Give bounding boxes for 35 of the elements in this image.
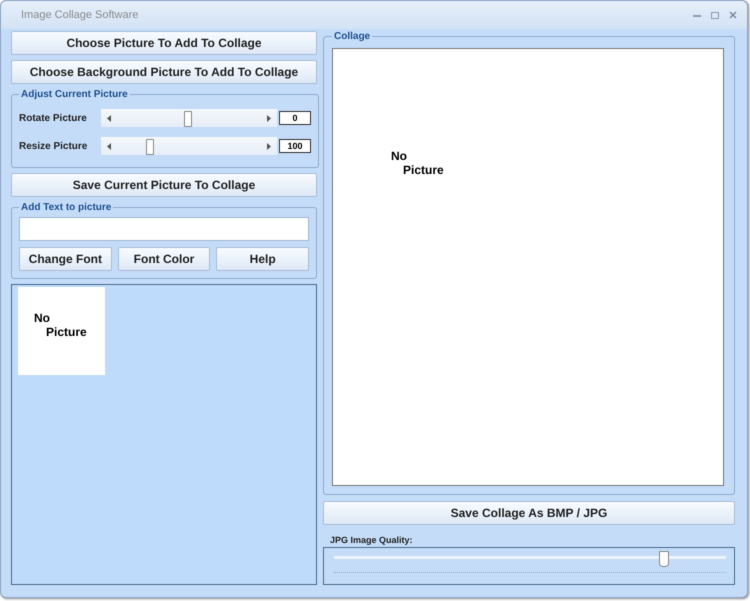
slider-label: Resize Picture — [19, 140, 88, 152]
slider-track[interactable] — [101, 109, 277, 127]
close-icon[interactable] — [729, 11, 737, 19]
group-title: Adjust Current Picture — [20, 89, 129, 100]
window-title: Image Collage Software — [21, 9, 140, 21]
choose-picture-button[interactable]: Choose Background Picture To Add To Collage — [11, 60, 317, 84]
left-arrow-icon[interactable] — [107, 115, 111, 122]
left-arrow-icon[interactable] — [107, 143, 111, 150]
slider-thumb[interactable] — [659, 551, 670, 567]
quality-slider[interactable] — [323, 547, 735, 585]
slider-thumb[interactable] — [184, 111, 192, 127]
right-arrow-icon[interactable] — [267, 143, 271, 150]
group-title: Collage — [333, 31, 372, 42]
group-title: Add Text to picture — [20, 202, 112, 213]
placeholder-text: Picture — [403, 163, 444, 177]
text-field[interactable] — [19, 217, 309, 241]
placeholder-text: No — [34, 311, 50, 325]
quality-label: JPG Image Quality: — [330, 535, 413, 545]
save-picture-button[interactable]: Save Current Picture To Collage — [11, 173, 317, 197]
placeholder-text: Picture — [46, 325, 87, 339]
placeholder-text: No — [391, 149, 407, 163]
text-option-button[interactable]: Change Font — [19, 247, 112, 271]
save-collage-button[interactable]: Save Collage As BMP / JPG — [323, 501, 735, 525]
value-field[interactable]: 0 — [279, 111, 311, 125]
right-arrow-icon[interactable] — [267, 115, 271, 122]
slider-track[interactable] — [101, 137, 277, 155]
value-field[interactable]: 100 — [279, 139, 311, 153]
minimize-icon[interactable] — [693, 14, 701, 16]
maximize-icon[interactable] — [711, 12, 719, 18]
text-option-button[interactable]: Help — [216, 247, 310, 271]
choose-picture-button[interactable]: Choose Picture To Add To Collage — [11, 31, 317, 55]
thumbnail-placeholder[interactable]: No Picture — [18, 287, 105, 375]
text-option-button[interactable]: Font Color — [118, 247, 210, 271]
slider-label: Rotate Picture — [19, 112, 88, 124]
slider-thumb[interactable] — [146, 139, 154, 155]
